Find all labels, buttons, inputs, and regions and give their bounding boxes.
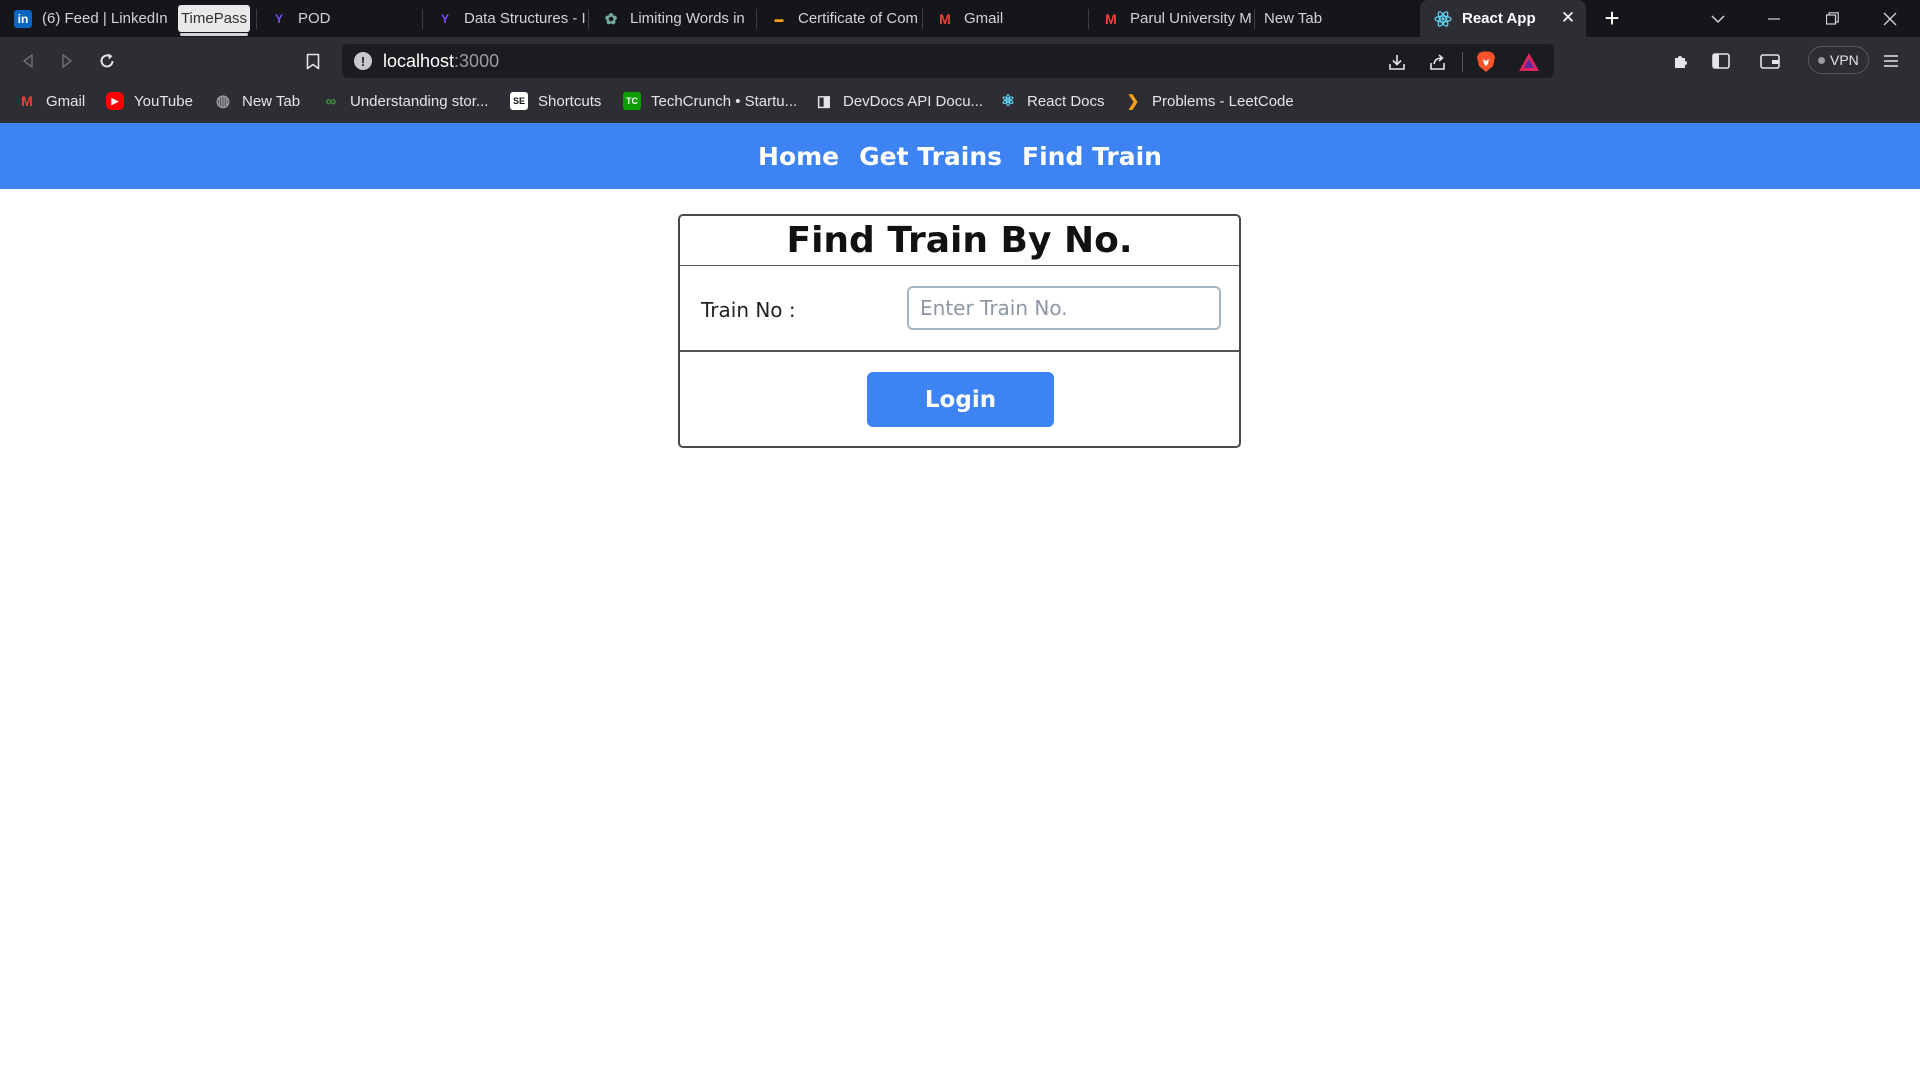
tab-gmail[interactable]: M Gmail (922, 0, 1086, 37)
address-divider (1462, 52, 1463, 72)
nav-home[interactable]: Home (758, 142, 839, 171)
address-port: :3000 (454, 51, 500, 71)
bookmark-shortcuts[interactable]: SE Shortcuts (510, 84, 601, 118)
card-title: Find Train By No. (680, 216, 1239, 266)
tab-react-app[interactable]: React App ✕ (1420, 0, 1586, 37)
login-button[interactable]: Login (867, 372, 1054, 427)
site-info-icon[interactable]: ! (354, 52, 372, 70)
bookmark-label: TechCrunch • Startu... (651, 92, 798, 110)
gmail-icon: M (21, 93, 33, 109)
react-icon (1434, 10, 1452, 28)
train-no-label: Train No : (701, 298, 796, 322)
bookmarks-bar: M Gmail ▶ YouTube ◍ New Tab ∞ Understand… (0, 84, 1920, 123)
vpn-label: VPN (1830, 52, 1859, 68)
link-icon: ∞ (325, 92, 337, 110)
menu-icon[interactable] (1875, 45, 1907, 77)
tab-search-icon[interactable] (1690, 0, 1746, 37)
train-no-row: Train No : (680, 266, 1239, 352)
bookmark-label: Understanding stor... (350, 92, 489, 110)
nav-get-trains[interactable]: Get Trains (859, 142, 1002, 171)
bookmark-react-docs[interactable]: ⚛ React Docs (999, 84, 1105, 118)
devdocs-icon: ◨ (816, 93, 832, 110)
site-navbar: Home Get Trains Find Train (0, 123, 1920, 189)
gmail-icon: M (939, 10, 951, 27)
restore-icon[interactable] (1804, 0, 1860, 37)
pod-icon: Y (274, 11, 283, 26)
bookmark-techcrunch[interactable]: TC TechCrunch • Startu... (623, 84, 797, 118)
address-bar[interactable]: ! localhost:3000 (342, 44, 1554, 78)
tab-label: (6) Feed | LinkedIn (42, 10, 168, 27)
bookmark-label: React Docs (1027, 92, 1105, 110)
bookmark-icon[interactable] (297, 45, 329, 77)
shortcuts-icon: SE (510, 92, 528, 110)
tab-bar: in (6) Feed | LinkedIn TimePass Y POD Y … (0, 0, 1920, 37)
nav-find-train[interactable]: Find Train (1022, 142, 1162, 171)
tab-pod[interactable]: Y POD (256, 0, 420, 37)
tab-label: Certificate of Com (798, 10, 919, 27)
bookmark-leetcode[interactable]: ❯ Problems - LeetCode (1124, 84, 1294, 118)
tab-certificate[interactable]: ▬ Certificate of Com (756, 0, 920, 37)
brave-rewards-icon[interactable] (1518, 52, 1540, 72)
minimize-icon[interactable] (1746, 0, 1802, 37)
bookmark-label: New Tab (242, 92, 301, 110)
tab-data-structures[interactable]: Y Data Structures - I (422, 0, 586, 37)
close-icon[interactable]: ✕ (1558, 8, 1578, 28)
bookmark-youtube[interactable]: ▶ YouTube (106, 84, 193, 118)
leetcode-icon: ❯ (1126, 93, 1140, 110)
reload-icon[interactable] (91, 45, 123, 77)
button-row: Login (680, 352, 1239, 446)
techcrunch-icon: TC (623, 92, 641, 110)
tab-label: POD (298, 10, 331, 27)
react-icon: ⚛ (1000, 93, 1016, 110)
tab-label: Gmail (964, 10, 1004, 27)
bookmark-label: Gmail (46, 92, 86, 110)
install-app-icon[interactable] (1386, 52, 1408, 72)
tab-label: Parul University M (1130, 10, 1252, 27)
youtube-icon: ▶ (106, 92, 124, 110)
tab-group-underline (180, 33, 248, 36)
vpn-button[interactable]: VPN (1808, 46, 1869, 74)
tab-parul-university[interactable]: M Parul University M (1088, 0, 1252, 37)
browser-toolbar: ! localhost:3000 VPN (0, 37, 1920, 84)
window-close-icon[interactable] (1862, 0, 1918, 37)
share-icon[interactable] (1427, 52, 1449, 72)
linkedin-icon: in (14, 9, 32, 28)
bookmark-gmail[interactable]: M Gmail (18, 84, 85, 118)
back-icon[interactable] (12, 45, 44, 77)
bookmark-label: YouTube (134, 92, 193, 110)
train-no-input[interactable] (907, 286, 1221, 330)
data-structures-icon: Y (440, 11, 449, 26)
tab-group-timepass[interactable]: TimePass (178, 5, 250, 32)
bookmark-label: Shortcuts (538, 92, 602, 110)
certificate-icon: ▬ (774, 13, 784, 24)
extensions-icon[interactable] (1665, 45, 1697, 77)
bookmark-label: DevDocs API Docu... (843, 92, 984, 110)
bookmark-devdocs[interactable]: ◨ DevDocs API Docu... (815, 84, 983, 118)
tab-label: Data Structures - I (464, 10, 586, 27)
sidebar-icon[interactable] (1705, 45, 1737, 77)
bookmark-new-tab[interactable]: ◍ New Tab (214, 84, 300, 118)
tab-limiting-words[interactable]: ✿ Limiting Words in (588, 0, 754, 37)
tab-label: Limiting Words in (630, 10, 745, 27)
tab-new-tab[interactable]: New Tab (1254, 0, 1418, 37)
address-host: localhost (383, 51, 455, 71)
gmail-icon: M (1105, 10, 1117, 27)
tab-linkedin[interactable]: in (6) Feed | LinkedIn (0, 0, 172, 37)
new-tab-button[interactable]: + (1600, 0, 1624, 37)
tab-label: React App (1462, 10, 1536, 27)
brave-shields-icon[interactable] (1475, 51, 1497, 72)
globe-icon: ◍ (216, 93, 230, 110)
tab-label: New Tab (1264, 10, 1323, 27)
find-train-card: Find Train By No. Train No : Login (678, 214, 1241, 448)
vpn-status-icon (1818, 56, 1825, 64)
bookmark-understanding[interactable]: ∞ Understanding stor... (322, 84, 489, 118)
address-url[interactable]: localhost:3000 (383, 51, 499, 72)
wallet-icon[interactable] (1754, 45, 1786, 77)
forward-icon[interactable] (51, 45, 83, 77)
chatgpt-icon: ✿ (604, 10, 618, 28)
bookmark-label: Problems - LeetCode (1152, 92, 1294, 110)
